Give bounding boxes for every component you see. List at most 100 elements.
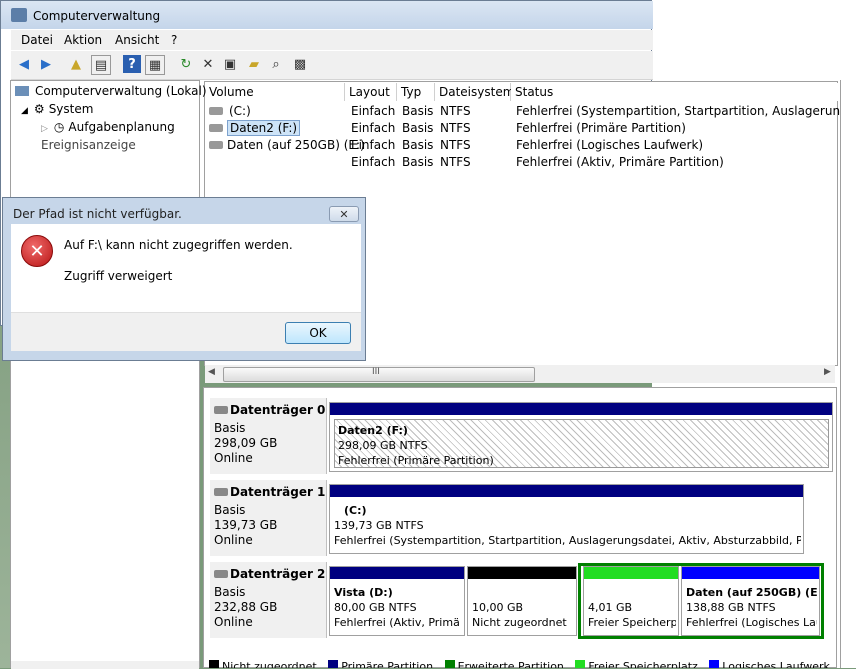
disk-icon [214, 488, 228, 496]
tree-item-root[interactable]: Computerverwaltung (Lokal) [15, 84, 207, 98]
menu-help[interactable]: ? [171, 33, 177, 47]
tools-icon: ⚙ [33, 102, 45, 116]
column-header-status[interactable]: Status [511, 83, 841, 101]
disk-state: Online [214, 615, 253, 629]
partition-title: Daten2 (F:) [338, 424, 408, 437]
cell-layout: Einfach [351, 104, 396, 118]
menu-aktion[interactable]: Aktion [64, 33, 102, 47]
disk-view: Datenträger 0 Basis 298,09 GB Online Dat… [203, 387, 837, 668]
tree-item-label: System [48, 102, 94, 116]
delete-icon[interactable]: ✕ [199, 55, 217, 73]
cell-layout: Einfach [351, 121, 396, 135]
partition-title [588, 585, 676, 600]
legend-swatch [209, 660, 219, 668]
volume-list-horizontal-scrollbar[interactable]: ◀ III ▶ [205, 365, 835, 383]
table-row[interactable]: Daten2 (F:) Einfach Basis NTFS Fehlerfre… [205, 120, 839, 137]
table-row[interactable]: (C:) Einfach Basis NTFS Fehlerfrei (Syst… [205, 103, 856, 120]
cell-status: Fehlerfrei (Aktiv, Primäre Partition) [516, 155, 724, 169]
legend-label: Nicht zugeordnet [222, 660, 317, 668]
actions-pane [840, 80, 856, 668]
tree-item-label: Computerverwaltung (Lokal) [35, 84, 207, 98]
collapse-arrow-icon[interactable]: ▷ [41, 124, 48, 134]
error-dialog: Der Pfad ist nicht verfügbar. ✕ ✕ Auf F:… [2, 197, 366, 361]
partition-status: Nicht zugeordnet [472, 616, 567, 629]
column-header-dateisystem[interactable]: Dateisystem [435, 83, 514, 101]
drive-icon [209, 124, 223, 132]
cell-volume: Daten (auf 250GB) (E:) [227, 138, 365, 152]
scroll-left-icon[interactable]: ◀ [208, 367, 215, 377]
column-header-layout[interactable]: Layout [345, 83, 397, 101]
column-header-volume[interactable]: Volume [205, 83, 345, 101]
partition-c[interactable]: (C:) 139,73 GB NTFS Fehlerfrei (Systempa… [329, 484, 804, 554]
partition-color-bar [330, 567, 464, 579]
partition-legend: Nicht zugeordnet Primäre Partition Erwei… [203, 660, 837, 668]
scrollbar-thumb[interactable]: III [223, 367, 535, 382]
partition-title [472, 585, 574, 600]
ok-button[interactable]: OK [285, 322, 351, 344]
disk-label[interactable]: Datenträger 1 Basis 139,73 GB Online [210, 480, 327, 556]
forward-icon[interactable]: ▶ [37, 55, 55, 73]
cell-typ: Basis [402, 121, 434, 135]
legend-label: Freier Speicherplatz [588, 660, 698, 668]
title-bar[interactable]: Computerverwaltung [1, 1, 653, 29]
close-button[interactable]: ✕ [329, 206, 359, 222]
disk-label[interactable]: Datenträger 2 Basis 232,88 GB Online [210, 562, 327, 638]
partition-vista[interactable]: Vista (D:) 80,00 GB NTFS Fehlerfrei (Akt… [329, 566, 465, 636]
cell-dateisystem: NTFS [440, 138, 471, 152]
partition-size: 298,09 GB NTFS [338, 439, 428, 452]
column-header-typ[interactable]: Typ [397, 83, 435, 101]
partition-color-bar [468, 567, 576, 579]
cell-layout: Einfach [351, 138, 396, 152]
tree-item-event-viewer[interactable]: Ereignisanzeige [41, 138, 136, 152]
disk-name: Datenträger 1 [230, 485, 326, 499]
tree-item-label: Ereignisanzeige [41, 138, 136, 152]
tree-item-task-scheduler[interactable]: ▷ ◷ Aufgabenplanung [41, 120, 175, 134]
show-tree-icon[interactable]: ▤ [91, 55, 111, 75]
partition-free-space[interactable]: 4,01 GB Freier Speicherp [583, 566, 679, 636]
disk-size: 232,88 GB [214, 600, 278, 614]
drive-icon [209, 107, 223, 115]
search-icon[interactable]: ⌕ [267, 55, 285, 73]
partition-daten2[interactable]: Daten2 (F:) 298,09 GB NTFS Fehlerfrei (P… [329, 402, 833, 472]
back-icon[interactable]: ◀ [15, 55, 33, 73]
dialog-title: Der Pfad ist nicht verfügbar. [13, 207, 182, 221]
disk-type: Basis [214, 421, 246, 435]
scroll-right-icon[interactable]: ▶ [824, 367, 831, 377]
cell-status: Fehlerfrei (Primäre Partition) [516, 121, 686, 135]
menu-ansicht[interactable]: Ansicht [115, 33, 159, 47]
partition-size: 139,73 GB NTFS [334, 519, 424, 532]
disk-type: Basis [214, 585, 246, 599]
open-icon[interactable]: ▰ [245, 55, 263, 73]
error-icon: ✕ [21, 235, 53, 267]
disk-label[interactable]: Datenträger 0 Basis 298,09 GB Online [210, 398, 327, 474]
view-icon[interactable]: ▦ [145, 55, 165, 75]
disk-icon [214, 406, 228, 414]
clock-icon: ◷ [53, 120, 65, 134]
menu-datei[interactable]: Datei [21, 33, 53, 47]
up-folder-icon[interactable]: ▲ [67, 55, 85, 73]
partition-status: Fehlerfrei (Primäre Partition) [338, 454, 494, 467]
dialog-body: ✕ Auf F:\ kann nicht zugegriffen werden.… [11, 224, 361, 312]
cell-layout: Einfach [351, 155, 396, 169]
refresh-icon[interactable]: ↻ [177, 55, 195, 73]
scroll-grip: III [372, 367, 380, 377]
window-title: Computerverwaltung [33, 9, 161, 23]
partition-size: 138,88 GB NTFS [686, 601, 776, 614]
settings-icon[interactable]: ▩ [291, 55, 309, 73]
cell-volume: Daten2 (F:) [227, 120, 301, 136]
navigation-tree: Computerverwaltung (Lokal) ◢ ⚙ System ▷ ◷ Au… [10, 80, 207, 669]
tree-item-system[interactable]: ◢ ⚙ System [21, 102, 93, 116]
disk-name: Datenträger 0 [230, 403, 326, 417]
properties-icon[interactable]: ▣ [221, 55, 239, 73]
cell-dateisystem: NTFS [440, 104, 471, 118]
legend-label: Primäre Partition [341, 660, 434, 668]
help-icon[interactable]: ? [123, 55, 141, 73]
partition-daten-e[interactable]: Daten (auf 250GB) (E:) 138,88 GB NTFS Fe… [681, 566, 820, 636]
partition-unallocated[interactable]: 10,00 GB Nicht zugeordnet [467, 566, 577, 636]
tree-item-label: Aufgabenplanung [68, 120, 175, 134]
expand-arrow-icon[interactable]: ◢ [21, 106, 28, 116]
table-row[interactable]: Einfach Basis NTFS Fehlerfrei (Aktiv, Pr… [205, 154, 839, 171]
partition-color-bar [330, 485, 803, 497]
table-row[interactable]: Daten (auf 250GB) (E:) Einfach Basis NTF… [205, 137, 839, 154]
partition-size: 4,01 GB [588, 601, 633, 614]
